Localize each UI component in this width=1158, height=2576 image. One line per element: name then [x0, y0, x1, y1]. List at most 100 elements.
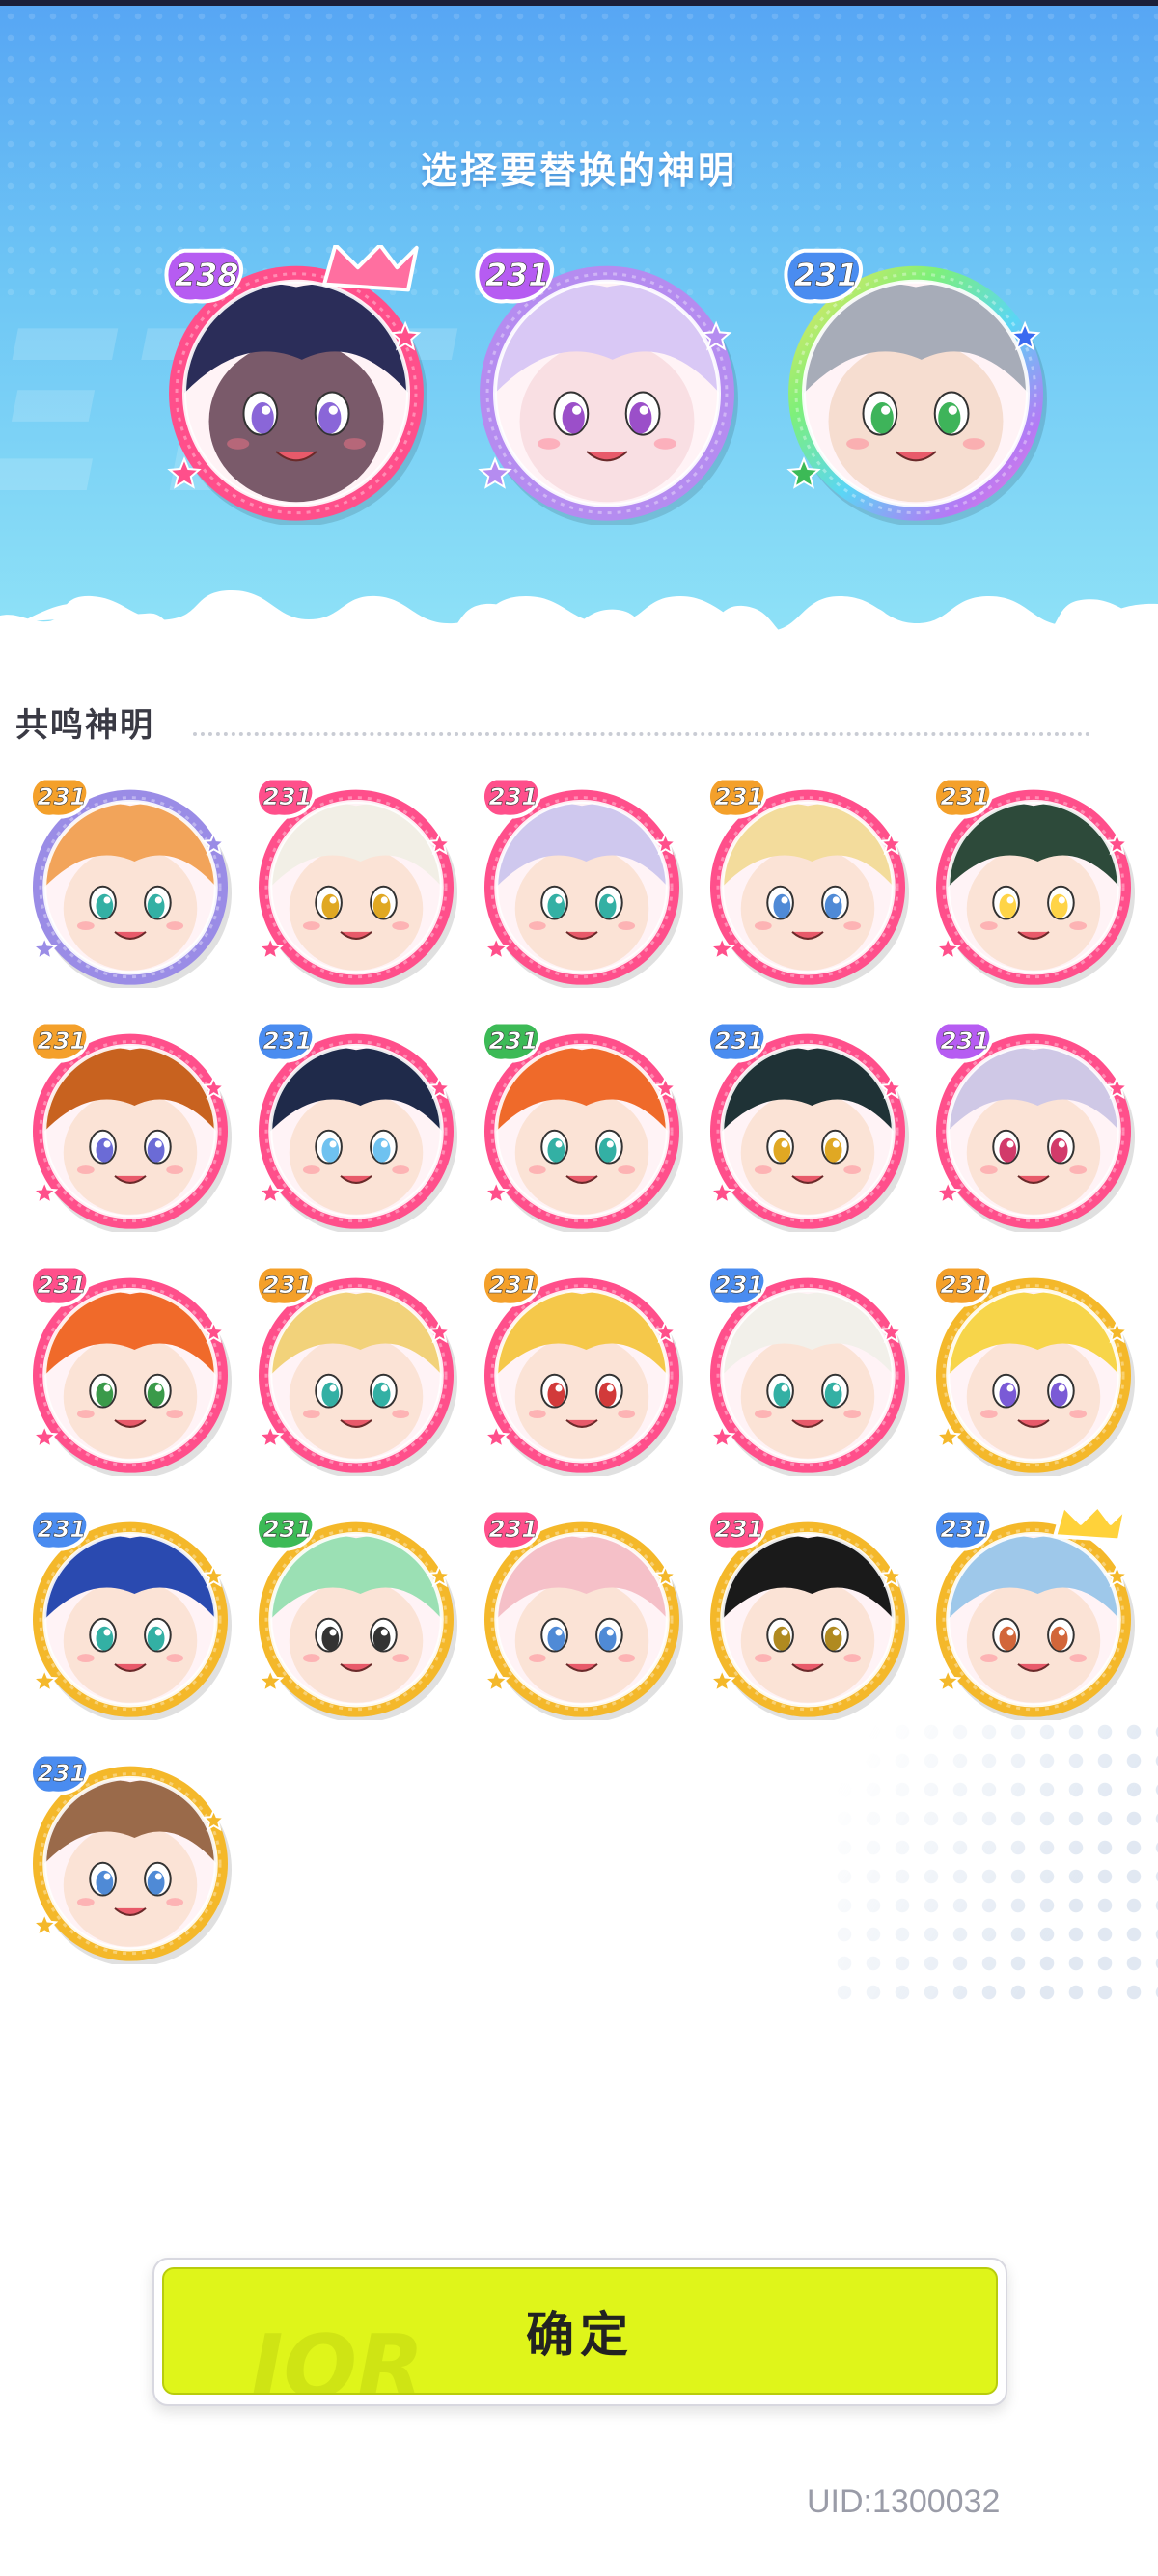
deity-portrait: 231 [255, 1264, 457, 1476]
level-badge: 238 [164, 248, 243, 304]
deity-portrait: 231 [932, 1506, 1135, 1720]
deity-card[interactable]: 231 [701, 1506, 915, 1720]
confirm-label: 确定 [526, 2307, 634, 2363]
level-text: 231 [37, 1515, 86, 1543]
level-badge: 231 [29, 776, 91, 819]
deity-portrait: 231 [255, 1508, 457, 1720]
level-text: 231 [714, 1515, 763, 1543]
deity-portrait: 231 [255, 1020, 457, 1232]
deity-card[interactable]: 231 [249, 1018, 463, 1232]
selected-deity-1[interactable]: 238 [156, 245, 436, 525]
level-text: 231 [37, 1759, 86, 1787]
deity-portrait: 231 [784, 248, 1047, 525]
selected-deity-2[interactable]: 231 [467, 245, 747, 525]
section-title: 共鸣神明 [15, 706, 154, 745]
deity-card[interactable]: 231 [926, 774, 1141, 988]
level-badge: 231 [29, 1020, 91, 1063]
deity-portrait: 231 [29, 1752, 232, 1964]
level-text: 231 [485, 257, 550, 293]
deity-card[interactable]: 231 [23, 1506, 237, 1720]
deity-portrait: 231 [932, 1020, 1135, 1232]
deity-portrait: 231 [481, 1264, 683, 1476]
deity-card[interactable]: 231 [23, 1262, 237, 1476]
deity-card[interactable]: 231 [475, 1018, 689, 1232]
level-badge: 231 [29, 1752, 91, 1795]
level-text: 231 [262, 1515, 312, 1543]
level-text: 231 [37, 1271, 86, 1299]
selected-deity-3[interactable]: 231 [776, 245, 1056, 525]
level-badge: 231 [784, 248, 863, 304]
deity-portrait: 231 [481, 1020, 683, 1232]
deity-card[interactable]: 231 [701, 1262, 915, 1476]
level-badge: 231 [29, 1508, 91, 1551]
level-badge: 231 [932, 1508, 994, 1551]
deity-card[interactable]: 231 [701, 774, 915, 988]
confirm-watermark: IOR [251, 2316, 425, 2395]
deity-card[interactable]: 231 [926, 1018, 1141, 1232]
level-text: 231 [488, 1027, 538, 1055]
level-badge: 231 [29, 1264, 91, 1307]
deity-card[interactable]: 231 [23, 774, 237, 988]
deity-card[interactable]: 231 [926, 1262, 1141, 1476]
level-badge: 231 [255, 776, 317, 819]
level-badge: 231 [481, 776, 542, 819]
level-badge: 231 [255, 1508, 317, 1551]
level-text: 231 [488, 1515, 538, 1543]
deity-portrait: 231 [29, 1264, 232, 1476]
level-text: 231 [262, 1027, 312, 1055]
crown-icon [1053, 1506, 1128, 1543]
confirm-button-frame: IOR 确定 [152, 2258, 1007, 2406]
deity-portrait: 231 [481, 1508, 683, 1720]
level-badge: 231 [255, 1264, 317, 1307]
level-badge: 231 [932, 1020, 994, 1063]
level-text: 231 [794, 257, 859, 293]
deity-portrait: 231 [706, 1020, 909, 1232]
level-badge: 231 [706, 776, 768, 819]
uid-label: UID:1300032 [807, 2483, 1001, 2520]
deity-card[interactable]: 231 [475, 774, 689, 988]
deity-card[interactable]: 231 [23, 1750, 237, 1964]
background-dots [830, 1717, 1158, 2007]
level-badge: 231 [481, 1264, 542, 1307]
deity-portrait: 231 [706, 1264, 909, 1476]
deity-card[interactable]: 231 [475, 1262, 689, 1476]
level-text: 231 [940, 1515, 989, 1543]
deity-portrait: 231 [255, 776, 457, 988]
deity-card[interactable]: 231 [249, 774, 463, 988]
deity-card[interactable]: 231 [475, 1506, 689, 1720]
confirm-button[interactable]: IOR 确定 [162, 2267, 998, 2395]
level-badge: 231 [706, 1264, 768, 1307]
level-text: 231 [262, 1271, 312, 1299]
deity-portrait: 231 [29, 1020, 232, 1232]
level-badge: 231 [706, 1020, 768, 1063]
level-badge: 231 [475, 248, 554, 304]
deity-portrait: 238 [164, 245, 427, 525]
level-badge: 231 [932, 776, 994, 819]
level-badge: 231 [255, 1020, 317, 1063]
level-badge: 231 [481, 1020, 542, 1063]
deity-card[interactable]: 231 [249, 1262, 463, 1476]
deity-card[interactable]: 231 [926, 1506, 1141, 1720]
deity-portrait: 231 [706, 1508, 909, 1720]
level-badge: 231 [481, 1508, 542, 1551]
level-text: 231 [37, 1027, 86, 1055]
level-text: 231 [488, 1271, 538, 1299]
deity-portrait: 231 [29, 1508, 232, 1720]
level-text: 238 [175, 257, 239, 293]
level-text: 231 [714, 1271, 763, 1299]
deity-portrait: 231 [706, 776, 909, 988]
level-text: 231 [940, 782, 989, 810]
deity-card[interactable]: 231 [701, 1018, 915, 1232]
deity-portrait: 231 [481, 776, 683, 988]
deity-portrait: 231 [932, 1264, 1135, 1476]
deity-card[interactable]: 231 [249, 1506, 463, 1720]
level-text: 231 [488, 782, 538, 810]
level-text: 231 [262, 782, 312, 810]
deity-card[interactable]: 231 [23, 1018, 237, 1232]
level-text: 231 [714, 1027, 763, 1055]
crown-icon [322, 245, 419, 292]
level-badge: 231 [706, 1508, 768, 1551]
level-text: 231 [37, 782, 86, 810]
section-divider [193, 732, 1090, 736]
level-text: 231 [940, 1027, 989, 1055]
